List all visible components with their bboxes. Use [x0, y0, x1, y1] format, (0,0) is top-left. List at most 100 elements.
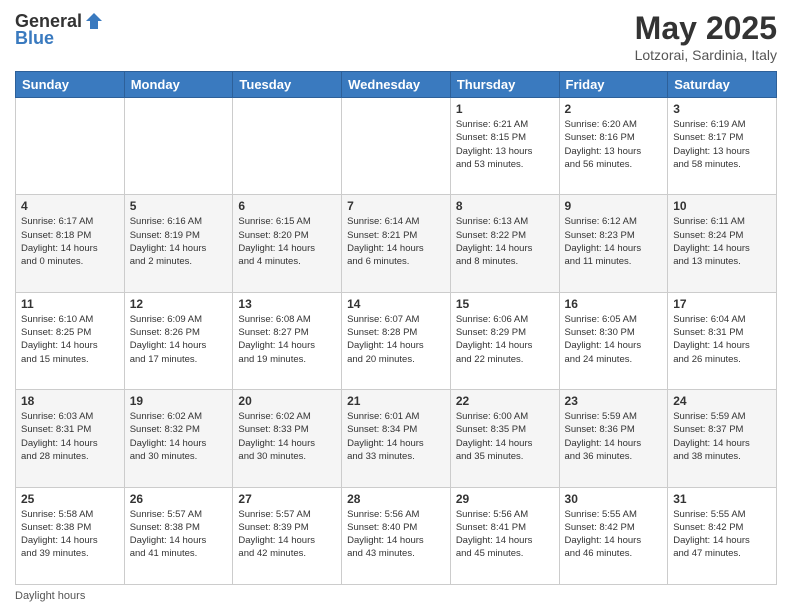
calendar-cell-4-3: 20Sunrise: 6:02 AM Sunset: 8:33 PM Dayli… — [233, 390, 342, 487]
day-info: Sunrise: 5:55 AM Sunset: 8:42 PM Dayligh… — [673, 508, 771, 561]
week-row-3: 11 Sunrise: 6:10 AM Sunset: 8:25 PM Dayli… — [16, 292, 777, 389]
day-number: 22 — [456, 394, 554, 408]
day-number: 19 — [130, 394, 228, 408]
weekday-header-saturday: Saturday — [668, 72, 777, 98]
calendar-cell-2-5: 8 Sunrise: 6:13 AM Sunset: 8:22 PM Daylig… — [450, 195, 559, 292]
day-number: 9 — [565, 199, 663, 213]
calendar-cell-2-3: 6Sunrise: 6:15 AM Sunset: 8:20 PM Daylig… — [233, 195, 342, 292]
calendar-cell-5-3: 27 Sunrise: 5:57 AM Sunset: 8:39 PM Dayli… — [233, 487, 342, 584]
day-number: 30 — [565, 492, 663, 506]
day-info: Sunrise: 6:15 AM Sunset: 8:20 PM Dayligh… — [238, 215, 336, 268]
calendar-cell-1-6: 2 Sunrise: 6:20 AM Sunset: 8:16 PM Daylig… — [559, 98, 668, 195]
calendar-cell-1-1 — [16, 98, 125, 195]
calendar-cell-1-5: 1 Sunrise: 6:21 AM Sunset: 8:15 PM Daylig… — [450, 98, 559, 195]
day-number: 24 — [673, 394, 771, 408]
day-number: 10 — [673, 199, 771, 213]
day-number: 31 — [673, 492, 771, 506]
weekday-header-sunday: Sunday — [16, 72, 125, 98]
day-info: Sunrise: 6:03 AM Sunset: 8:31 PM Dayligh… — [21, 410, 119, 463]
calendar-cell-2-2: 5 Sunrise: 6:16 AM Sunset: 8:19 PM Daylig… — [124, 195, 233, 292]
day-number: 16 — [565, 297, 663, 311]
day-number: 11 — [21, 297, 119, 311]
day-info: Sunrise: 5:56 AM Sunset: 8:41 PM Dayligh… — [456, 508, 554, 561]
calendar-cell-2-7: 10 Sunrise: 6:11 AM Sunset: 8:24 PM Dayli… — [668, 195, 777, 292]
day-number: 28 — [347, 492, 445, 506]
weekday-header-friday: Friday — [559, 72, 668, 98]
day-info: Sunrise: 6:01 AM Sunset: 8:34 PM Dayligh… — [347, 410, 445, 463]
calendar-cell-1-4 — [342, 98, 451, 195]
day-number: 2 — [565, 102, 663, 116]
page: General Blue May 2025 Lotzorai, Sardinia… — [0, 0, 792, 612]
day-number: 4 — [21, 199, 119, 213]
day-info: Sunrise: 6:00 AM Sunset: 8:35 PM Dayligh… — [456, 410, 554, 463]
day-info: Sunrise: 6:11 AM Sunset: 8:24 PM Dayligh… — [673, 215, 771, 268]
calendar-cell-5-1: 25 Sunrise: 5:58 AM Sunset: 8:38 PM Dayli… — [16, 487, 125, 584]
day-number: 13 — [238, 297, 336, 311]
week-row-5: 25 Sunrise: 5:58 AM Sunset: 8:38 PM Dayli… — [16, 487, 777, 584]
day-number: 8 — [456, 199, 554, 213]
calendar-cell-2-1: 4 Sunrise: 6:17 AM Sunset: 8:18 PM Daylig… — [16, 195, 125, 292]
weekday-header-thursday: Thursday — [450, 72, 559, 98]
calendar-cell-5-6: 30 Sunrise: 5:55 AM Sunset: 8:42 PM Dayli… — [559, 487, 668, 584]
calendar-cell-1-7: 3 Sunrise: 6:19 AM Sunset: 8:17 PM Daylig… — [668, 98, 777, 195]
day-info: Sunrise: 5:59 AM Sunset: 8:37 PM Dayligh… — [673, 410, 771, 463]
day-number: 1 — [456, 102, 554, 116]
title-location: Lotzorai, Sardinia, Italy — [635, 47, 777, 63]
footer: Daylight hours — [15, 590, 777, 602]
title-month: May 2025 — [635, 10, 777, 47]
week-row-1: 1 Sunrise: 6:21 AM Sunset: 8:15 PM Daylig… — [16, 98, 777, 195]
day-info: Sunrise: 6:17 AM Sunset: 8:18 PM Dayligh… — [21, 215, 119, 268]
day-number: 25 — [21, 492, 119, 506]
calendar-cell-5-2: 26 Sunrise: 5:57 AM Sunset: 8:38 PM Dayli… — [124, 487, 233, 584]
weekday-header-monday: Monday — [124, 72, 233, 98]
day-info: Sunrise: 6:21 AM Sunset: 8:15 PM Dayligh… — [456, 118, 554, 171]
day-number: 5 — [130, 199, 228, 213]
calendar-cell-4-5: 22 Sunrise: 6:00 AM Sunset: 8:35 PM Dayli… — [450, 390, 559, 487]
calendar-cell-5-7: 31 Sunrise: 5:55 AM Sunset: 8:42 PM Dayli… — [668, 487, 777, 584]
day-info: Sunrise: 6:07 AM Sunset: 8:28 PM Dayligh… — [347, 313, 445, 366]
day-info: Sunrise: 6:06 AM Sunset: 8:29 PM Dayligh… — [456, 313, 554, 366]
calendar-cell-3-2: 12 Sunrise: 6:09 AM Sunset: 8:26 PM Dayli… — [124, 292, 233, 389]
calendar-cell-4-6: 23Sunrise: 5:59 AM Sunset: 8:36 PM Dayli… — [559, 390, 668, 487]
day-info: Sunrise: 6:10 AM Sunset: 8:25 PM Dayligh… — [21, 313, 119, 366]
day-number: 15 — [456, 297, 554, 311]
day-number: 14 — [347, 297, 445, 311]
day-number: 27 — [238, 492, 336, 506]
day-info: Sunrise: 6:05 AM Sunset: 8:30 PM Dayligh… — [565, 313, 663, 366]
day-info: Sunrise: 6:04 AM Sunset: 8:31 PM Dayligh… — [673, 313, 771, 366]
day-number: 23 — [565, 394, 663, 408]
day-number: 3 — [673, 102, 771, 116]
day-number: 20 — [238, 394, 336, 408]
day-info: Sunrise: 6:16 AM Sunset: 8:19 PM Dayligh… — [130, 215, 228, 268]
day-info: Sunrise: 5:55 AM Sunset: 8:42 PM Dayligh… — [565, 508, 663, 561]
calendar-cell-4-4: 21Sunrise: 6:01 AM Sunset: 8:34 PM Dayli… — [342, 390, 451, 487]
title-block: May 2025 Lotzorai, Sardinia, Italy — [635, 10, 777, 63]
calendar-cell-4-2: 19Sunrise: 6:02 AM Sunset: 8:32 PM Dayli… — [124, 390, 233, 487]
day-info: Sunrise: 5:58 AM Sunset: 8:38 PM Dayligh… — [21, 508, 119, 561]
calendar-cell-5-4: 28Sunrise: 5:56 AM Sunset: 8:40 PM Dayli… — [342, 487, 451, 584]
logo-icon — [83, 10, 105, 32]
day-info: Sunrise: 6:20 AM Sunset: 8:16 PM Dayligh… — [565, 118, 663, 171]
day-number: 7 — [347, 199, 445, 213]
day-info: Sunrise: 6:09 AM Sunset: 8:26 PM Dayligh… — [130, 313, 228, 366]
calendar-cell-3-5: 15 Sunrise: 6:06 AM Sunset: 8:29 PM Dayli… — [450, 292, 559, 389]
day-info: Sunrise: 5:57 AM Sunset: 8:39 PM Dayligh… — [238, 508, 336, 561]
logo-text-blue: Blue — [15, 28, 54, 49]
day-number: 26 — [130, 492, 228, 506]
day-number: 12 — [130, 297, 228, 311]
day-info: Sunrise: 6:14 AM Sunset: 8:21 PM Dayligh… — [347, 215, 445, 268]
day-info: Sunrise: 6:13 AM Sunset: 8:22 PM Dayligh… — [456, 215, 554, 268]
daylight-label: Daylight hours — [15, 590, 85, 602]
calendar-cell-4-7: 24 Sunrise: 5:59 AM Sunset: 8:37 PM Dayli… — [668, 390, 777, 487]
calendar-cell-2-4: 7 Sunrise: 6:14 AM Sunset: 8:21 PM Daylig… — [342, 195, 451, 292]
calendar-cell-1-3 — [233, 98, 342, 195]
day-number: 17 — [673, 297, 771, 311]
calendar-table: SundayMondayTuesdayWednesdayThursdayFrid… — [15, 71, 777, 585]
weekday-header-row: SundayMondayTuesdayWednesdayThursdayFrid… — [16, 72, 777, 98]
day-info: Sunrise: 6:08 AM Sunset: 8:27 PM Dayligh… — [238, 313, 336, 366]
day-info: Sunrise: 5:57 AM Sunset: 8:38 PM Dayligh… — [130, 508, 228, 561]
day-info: Sunrise: 6:19 AM Sunset: 8:17 PM Dayligh… — [673, 118, 771, 171]
calendar-cell-5-5: 29Sunrise: 5:56 AM Sunset: 8:41 PM Dayli… — [450, 487, 559, 584]
header: General Blue May 2025 Lotzorai, Sardinia… — [15, 10, 777, 63]
calendar-cell-3-3: 13 Sunrise: 6:08 AM Sunset: 8:27 PM Dayli… — [233, 292, 342, 389]
